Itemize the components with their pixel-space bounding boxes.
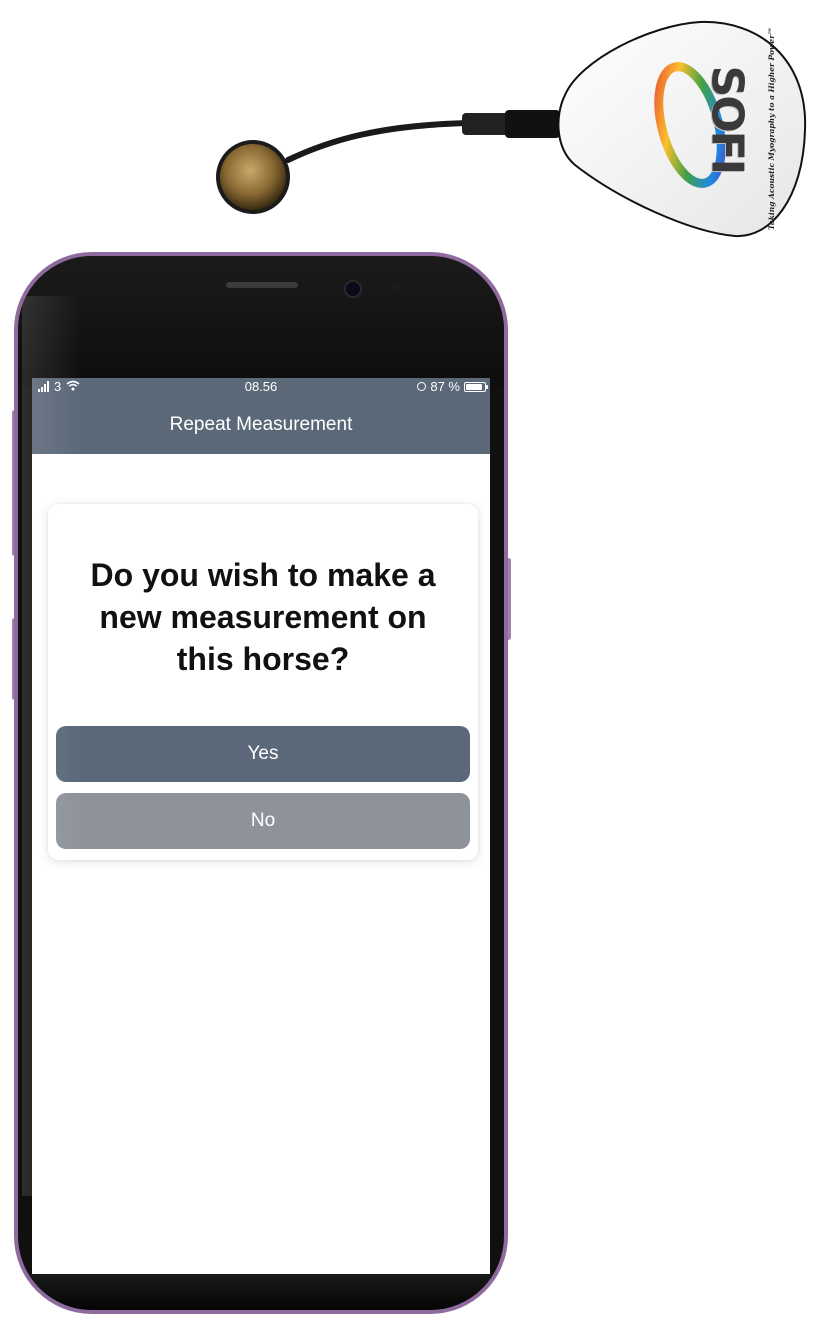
phone-body: 3 08.56 87 % Repeat Measurement [18, 256, 504, 1310]
sofi-tagline: Taking Acoustic Myography to a Higher Po… [767, 27, 776, 230]
status-right: 87 % [417, 379, 488, 394]
battery-percent: 87 % [430, 379, 460, 394]
nav-bar: Repeat Measurement [32, 396, 490, 454]
status-bar: 3 08.56 87 % [32, 378, 490, 396]
app-screen: 3 08.56 87 % Repeat Measurement [32, 378, 490, 1278]
bezel-reflection [22, 296, 82, 1196]
repeat-measurement-dialog: Do you wish to make a new measurement on… [48, 504, 478, 860]
proximity-sensor [392, 284, 398, 290]
battery-icon [464, 381, 488, 392]
no-button[interactable]: No [56, 793, 470, 849]
yes-button[interactable]: Yes [56, 726, 470, 782]
sofi-logo: SOFI [701, 65, 753, 174]
page-title: Repeat Measurement [169, 414, 353, 435]
front-camera [344, 280, 362, 298]
phone-bottom-bezel [18, 1274, 504, 1310]
earpiece-speaker [226, 282, 298, 288]
dialog-question: Do you wish to make a new measurement on… [90, 557, 436, 677]
orientation-lock-icon [417, 382, 427, 391]
sofi-sensor-device: SOFI Taking Acoustic Myography to a High… [0, 0, 815, 250]
phone-top-bezel [18, 256, 504, 386]
